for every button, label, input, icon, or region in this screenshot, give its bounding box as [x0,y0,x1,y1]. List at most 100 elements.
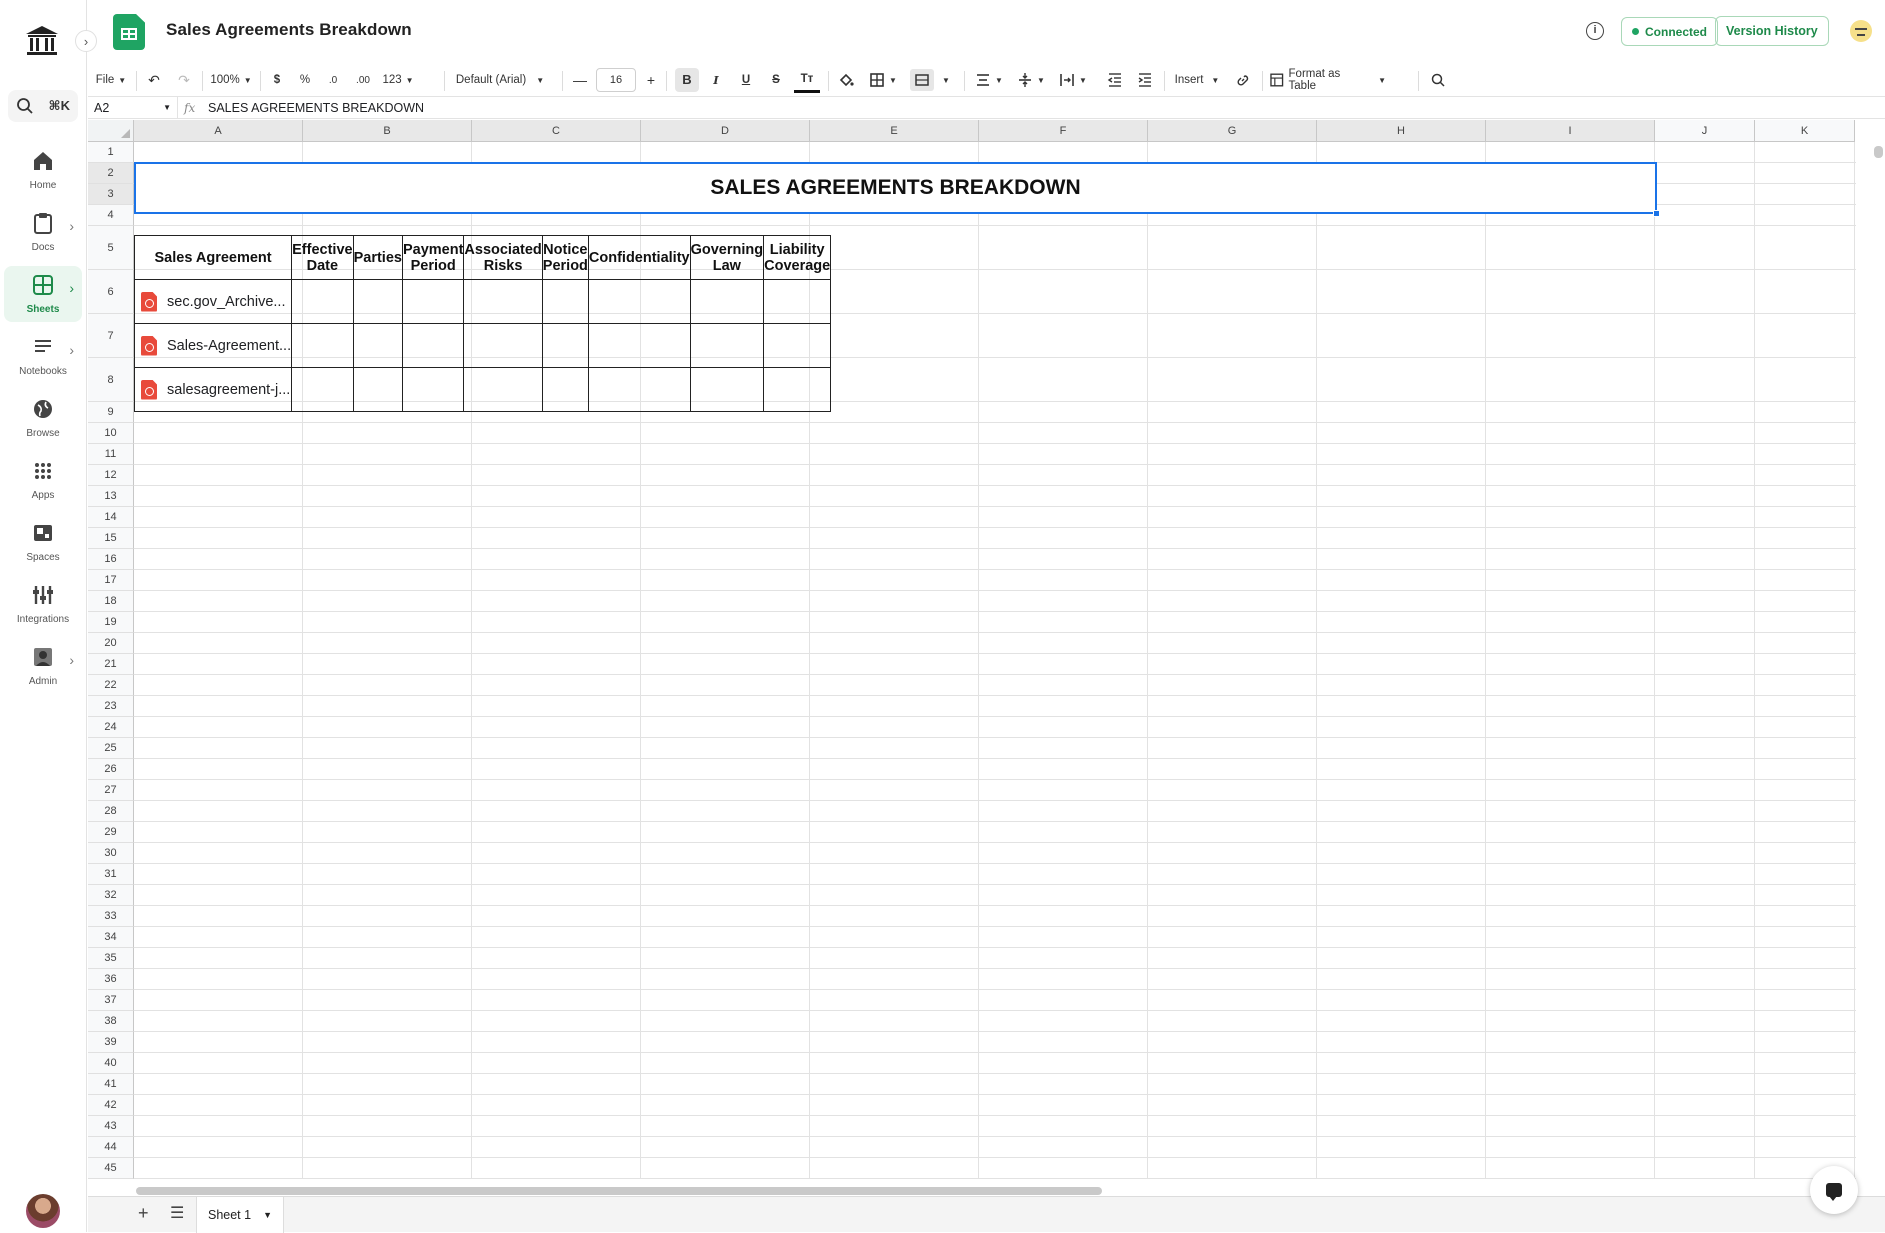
column-header-e[interactable]: E [810,120,979,142]
number-format-select[interactable]: 123 ▼ [380,64,416,96]
table-cell[interactable] [352,279,403,324]
row-header[interactable]: 18 [88,591,134,612]
table-cell[interactable] [291,279,354,324]
column-title[interactable]: Effective Date [291,235,354,280]
row-header[interactable]: 9 [88,402,134,423]
nav-integrations[interactable]: Integrations [4,576,82,632]
nav-browse[interactable]: Browse [4,390,82,446]
link-icon[interactable] [1232,64,1254,96]
font-size-input[interactable]: 16 [596,68,636,92]
chevron-down-icon[interactable]: ▼ [263,1210,272,1220]
spreadsheet-grid[interactable]: ABCDEFGHIJK 1 2 3 4 5 6 7 8 9 10 11 12 13 14 15 16 17 18 1… [88,120,1856,1188]
redo-icon[interactable]: ↷ [170,64,198,96]
table-cell[interactable] [763,367,832,412]
column-title[interactable]: Payment Period [401,235,465,280]
column-header-j[interactable]: J [1655,120,1755,142]
decrease-font-size-icon[interactable]: — [572,64,588,96]
row-header[interactable]: 43 [88,1116,134,1137]
chevron-right-icon[interactable]: › [69,652,74,668]
column-title[interactable]: Sales Agreement [133,235,293,280]
percent-format-button[interactable]: % [296,64,314,96]
tab-sheet-1[interactable]: Sheet 1 ▼ [196,1197,284,1233]
vertical-scrollbar[interactable] [1874,146,1883,158]
italic-button[interactable]: I [704,64,728,96]
chevron-right-icon[interactable]: › [69,218,74,234]
row-header[interactable]: 24 [88,717,134,738]
document-title[interactable]: Sales Agreements Breakdown [166,20,412,40]
column-title[interactable]: Confidentiality [587,235,691,280]
row-header[interactable]: 31 [88,864,134,885]
row-header[interactable]: 38 [88,1011,134,1032]
increase-decimal-button[interactable]: .00 [352,64,374,96]
decrease-indent-icon[interactable] [1104,64,1126,96]
agreement-file-cell[interactable]: sec.gov_Archive... [133,279,293,324]
column-title[interactable]: Governing Law [689,235,765,280]
vertical-align-icon[interactable]: ▼ [1014,64,1048,96]
table-cell[interactable] [541,279,589,324]
row-header[interactable]: 45 [88,1158,134,1179]
zoom-select[interactable]: 100% ▼ [208,64,254,96]
fill-color-icon[interactable] [834,64,858,96]
row-header[interactable]: 28 [88,801,134,822]
row-header[interactable]: 41 [88,1074,134,1095]
table-cell[interactable] [291,367,354,412]
merge-cells-icon[interactable]: ▼ [908,64,952,96]
merged-title-cell[interactable]: SALES AGREEMENTS BREAKDOWN [134,162,1660,217]
table-cell[interactable] [763,323,832,368]
version-history-button[interactable]: Version History [1715,16,1829,46]
currency-format-button[interactable]: $ [268,64,286,96]
formula-input[interactable]: SALES AGREEMENTS BREAKDOWN [208,97,424,119]
table-cell[interactable] [463,367,543,412]
table-cell[interactable] [689,279,765,324]
row-header[interactable]: 8 [88,358,134,402]
nav-spaces[interactable]: Spaces [4,514,82,570]
sheet-list-icon[interactable]: ☰ [170,1203,184,1223]
column-title[interactable]: Parties [352,235,403,280]
row-header[interactable]: 16 [88,549,134,570]
row-header[interactable]: 22 [88,675,134,696]
table-cell[interactable] [763,279,832,324]
table-cell[interactable] [541,323,589,368]
row-header[interactable]: 27 [88,780,134,801]
format-as-table-button[interactable]: Format as Table ▼ [1270,64,1386,96]
font-family-select[interactable]: Default (Arial) ▼ [454,64,546,96]
row-header[interactable]: 15 [88,528,134,549]
chevron-right-icon[interactable]: › [69,342,74,358]
insert-menu[interactable]: Insert ▼ [1172,64,1222,96]
text-wrap-icon[interactable]: ▼ [1056,64,1090,96]
file-menu[interactable]: File ▼ [94,64,128,96]
agreement-file-cell[interactable]: Sales-Agreement... [133,323,293,368]
decrease-decimal-button[interactable]: .0 [324,64,342,96]
table-cell[interactable] [463,323,543,368]
table-cell[interactable] [541,367,589,412]
cell-reference-box[interactable]: A2 ▼ [88,97,178,119]
undo-icon[interactable]: ↶ [140,64,168,96]
add-sheet-icon[interactable]: + [138,1203,149,1224]
collapse-sidebar-button[interactable]: › [75,30,97,52]
strikethrough-button[interactable]: S [764,64,788,96]
column-title[interactable]: Notice Period [541,235,589,280]
underline-button[interactable]: U [734,64,758,96]
row-header[interactable]: 40 [88,1053,134,1074]
row-header[interactable]: 37 [88,990,134,1011]
table-cell[interactable] [291,323,354,368]
row-header[interactable]: 26 [88,759,134,780]
column-header-f[interactable]: F [979,120,1148,142]
row-header[interactable]: 23 [88,696,134,717]
fill-handle[interactable] [1653,210,1660,217]
row-header[interactable]: 19 [88,612,134,633]
table-cell[interactable] [689,367,765,412]
table-cell[interactable] [689,323,765,368]
row-header[interactable]: 2 [88,163,134,184]
column-header-b[interactable]: B [303,120,472,142]
bold-button[interactable]: B [675,68,699,92]
column-header-d[interactable]: D [641,120,810,142]
institution-logo-icon[interactable] [24,24,60,58]
column-header-g[interactable]: G [1148,120,1317,142]
table-cell[interactable] [401,367,465,412]
row-header[interactable]: 35 [88,948,134,969]
row-header[interactable]: 29 [88,822,134,843]
row-header[interactable]: 11 [88,444,134,465]
row-header[interactable]: 3 [88,184,134,205]
table-cell[interactable] [401,279,465,324]
